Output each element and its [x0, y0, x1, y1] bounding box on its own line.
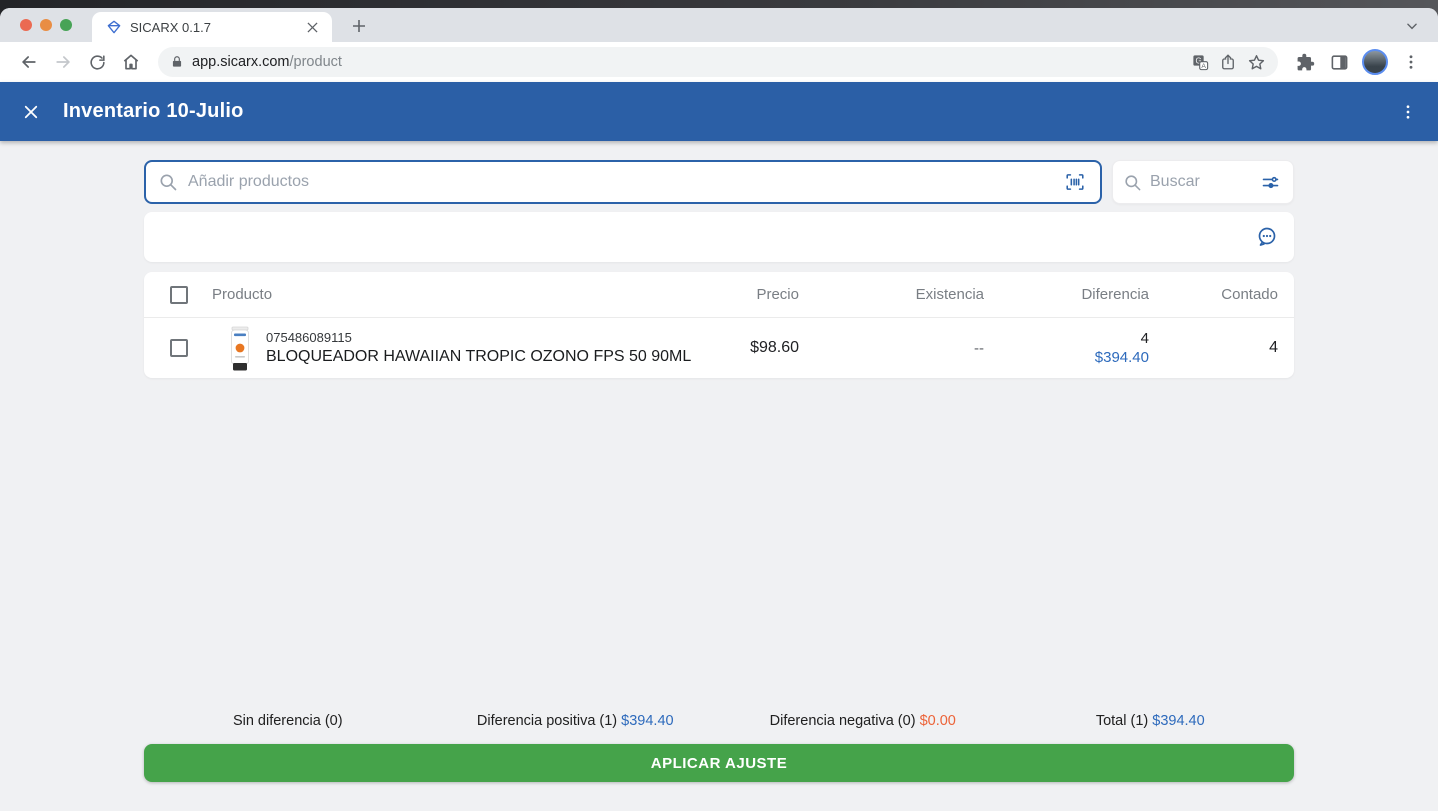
difference-amount: $394.40	[984, 348, 1149, 368]
product-stock: --	[799, 340, 984, 357]
translate-icon[interactable]: GA	[1186, 48, 1214, 76]
new-tab-button[interactable]	[346, 13, 372, 39]
favicon-diamond-icon	[106, 19, 122, 35]
lock-icon	[170, 55, 184, 69]
barcode-scan-icon[interactable]	[1062, 169, 1088, 195]
home-icon[interactable]	[116, 47, 146, 77]
browser-toolbar: app.sicarx.com/product GA	[0, 42, 1438, 82]
table-row[interactable]: 075486089115 BLOQUEADOR HAWAIIAN TROPIC …	[144, 318, 1294, 378]
no-difference-label: Sin diferencia (0)	[233, 713, 343, 729]
difference-qty: 4	[984, 329, 1149, 348]
page-title: Inventario 10-Julio	[63, 100, 1394, 123]
header-existencia: Existencia	[799, 286, 984, 303]
select-all-checkbox[interactable]	[170, 286, 188, 304]
summary-total: Total (1) $394.40	[1007, 713, 1295, 729]
zoom-window-button[interactable]	[60, 19, 72, 31]
total-amount: $394.40	[1152, 713, 1204, 729]
summary-negative: Diferencia negativa (0) $0.00	[719, 713, 1007, 729]
browser-tab[interactable]: SICARX 0.1.7	[92, 12, 332, 42]
buscar-field[interactable]	[1112, 160, 1294, 204]
add-products-input[interactable]	[188, 173, 1062, 191]
summary-no-difference: Sin diferencia (0)	[144, 713, 432, 729]
search-icon	[158, 172, 178, 192]
browser-menu-kebab-icon[interactable]	[1396, 47, 1426, 77]
share-icon[interactable]	[1214, 48, 1242, 76]
product-info: 075486089115 BLOQUEADOR HAWAIIAN TROPIC …	[266, 329, 679, 368]
header-contado: Contado	[1149, 286, 1294, 303]
reload-icon[interactable]	[82, 47, 112, 77]
search-row	[144, 160, 1294, 204]
positive-label: Diferencia positiva (1)	[477, 713, 617, 729]
tab-search-chevron-icon[interactable]	[1400, 14, 1424, 38]
profile-avatar[interactable]	[1362, 49, 1388, 75]
svg-text:A: A	[1201, 63, 1206, 70]
summary-bar: Sin diferencia (0) Diferencia positiva (…	[144, 706, 1294, 736]
negative-label: Diferencia negativa (0)	[770, 713, 916, 729]
close-window-button[interactable]	[20, 19, 32, 31]
chat-bubble-icon[interactable]	[1252, 222, 1282, 252]
tab-title: SICARX 0.1.7	[130, 20, 302, 35]
product-counted: 4	[1149, 339, 1294, 357]
browser-window: SICARX 0.1.7 app.sicarx.c	[0, 8, 1438, 811]
url-domain: app.sicarx.com	[192, 54, 290, 70]
summary-positive: Diferencia positiva (1) $394.40	[432, 713, 720, 729]
app-header: Inventario 10-Julio	[0, 82, 1438, 141]
total-label: Total (1)	[1096, 713, 1148, 729]
url-path: /product	[290, 54, 342, 70]
window-controls	[20, 19, 72, 31]
main-content: Producto Precio Existencia Diferencia Co…	[0, 141, 1438, 811]
positive-amount: $394.40	[621, 713, 673, 729]
add-products-field[interactable]	[144, 160, 1102, 204]
address-bar[interactable]: app.sicarx.com/product GA	[158, 47, 1278, 77]
apply-adjustment-button[interactable]: APLICAR AJUSTE	[144, 744, 1294, 782]
product-difference: 4 $394.40	[984, 329, 1149, 368]
extensions-puzzle-icon[interactable]	[1290, 47, 1320, 77]
row-checkbox[interactable]	[170, 339, 188, 357]
filter-tune-icon[interactable]	[1257, 169, 1283, 195]
header-diferencia: Diferencia	[984, 286, 1149, 303]
header-precio: Precio	[679, 286, 799, 303]
bookmark-star-icon[interactable]	[1242, 48, 1270, 76]
product-name: BLOQUEADOR HAWAIIAN TROPIC OZONO FPS 50 …	[266, 346, 679, 368]
minimize-window-button[interactable]	[40, 19, 52, 31]
tab-close-icon[interactable]	[302, 17, 322, 37]
buscar-input[interactable]	[1150, 173, 1257, 191]
product-code: 075486089115	[266, 329, 679, 346]
negative-amount: $0.00	[920, 713, 956, 729]
products-table: Producto Precio Existencia Diferencia Co…	[144, 272, 1294, 378]
side-panel-icon[interactable]	[1324, 47, 1354, 77]
search-icon	[1123, 173, 1142, 192]
back-icon[interactable]	[14, 47, 44, 77]
url-text: app.sicarx.com/product	[192, 54, 342, 70]
app-menu-kebab-icon[interactable]	[1394, 98, 1422, 126]
product-price: $98.60	[679, 339, 799, 357]
tab-strip: SICARX 0.1.7	[0, 8, 1438, 42]
table-header-row: Producto Precio Existencia Diferencia Co…	[144, 272, 1294, 318]
header-producto: Producto	[212, 286, 679, 303]
forward-icon[interactable]	[48, 47, 78, 77]
product-image	[227, 323, 253, 373]
message-bar	[144, 212, 1294, 262]
close-inventory-icon[interactable]	[17, 98, 45, 126]
